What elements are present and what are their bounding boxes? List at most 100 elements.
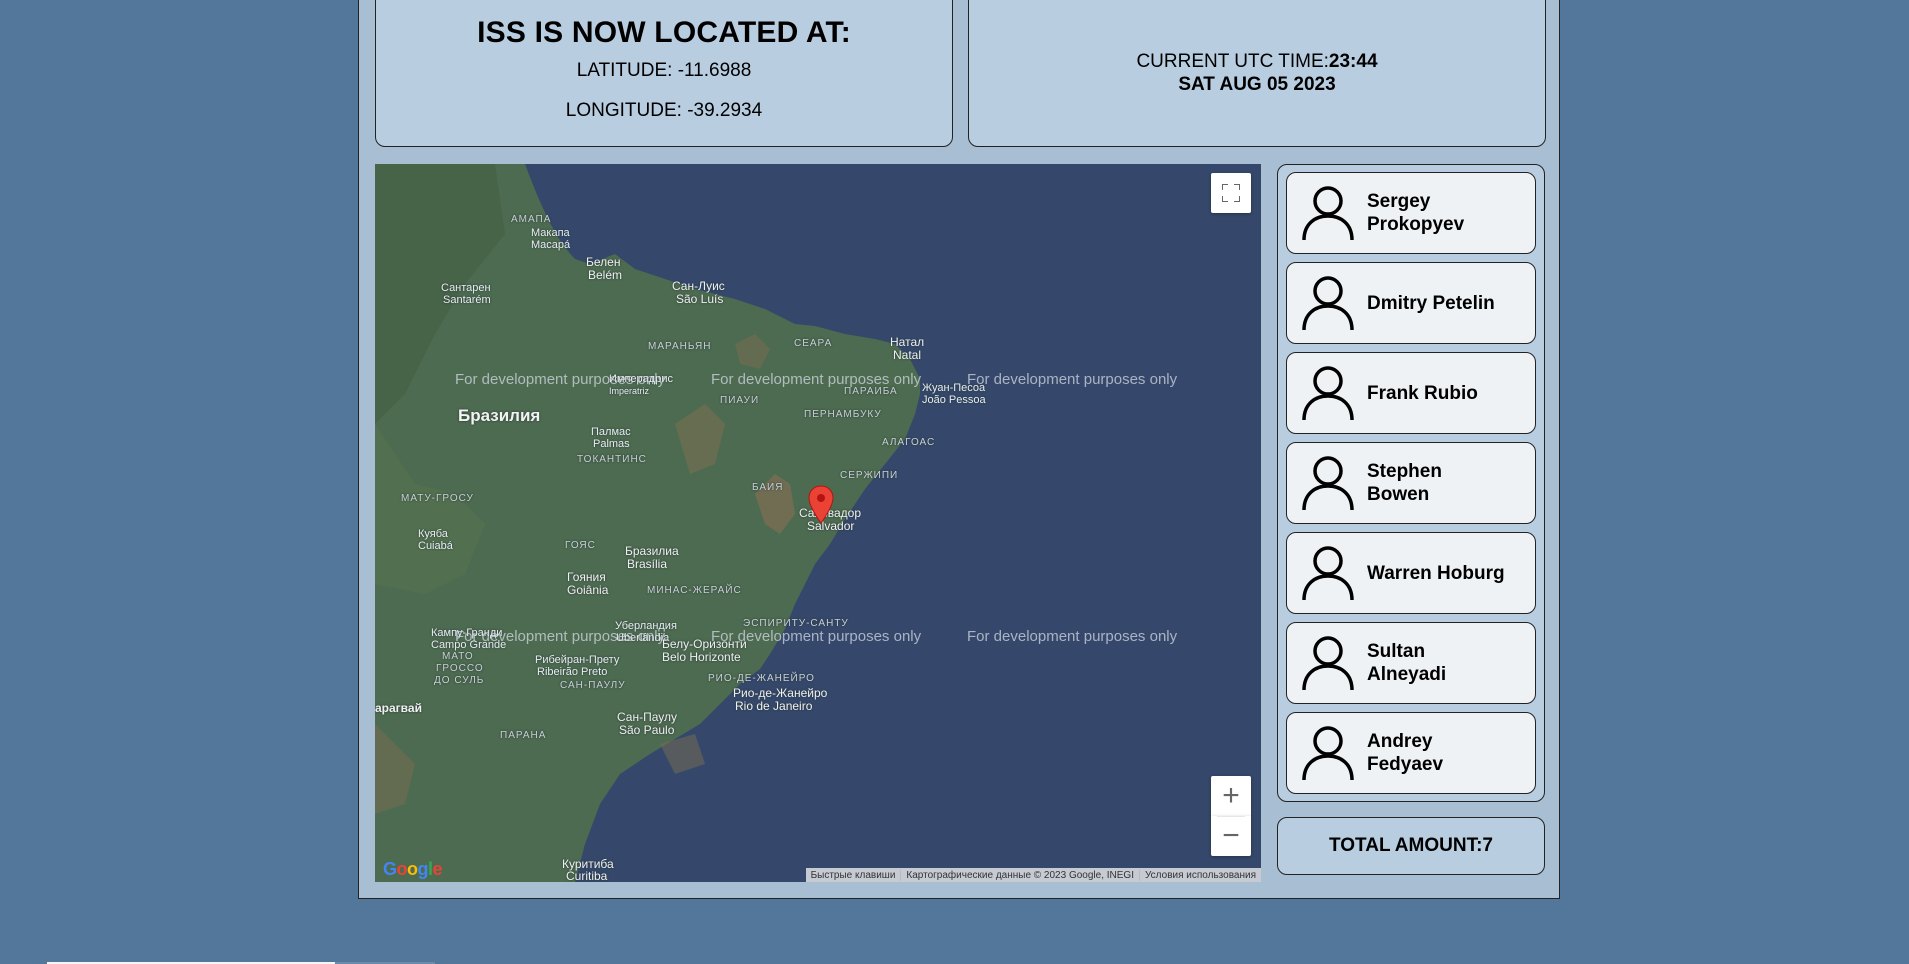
map-label: Belo Horizonte — [662, 650, 741, 664]
longitude-label: LONGITUDE: — [565, 100, 682, 121]
utc-time-label: CURRENT UTC TIME: — [1136, 51, 1329, 72]
map-label: МАТО — [442, 651, 474, 662]
crew-card[interactable]: Dmitry Petelin — [1286, 262, 1536, 344]
user-icon — [1302, 366, 1354, 421]
map-label: São Paulo — [619, 723, 675, 737]
map-label: РИО-ДЕ-ЖАНЕЙРО — [708, 673, 815, 684]
map-label: ГОЯС — [565, 540, 596, 551]
fullscreen-button[interactable] — [1211, 173, 1251, 213]
map-label: Macapá — [531, 239, 571, 251]
map-label: Belém — [588, 268, 623, 282]
map-label: МАТУ-ГРОСУ — [401, 493, 474, 504]
zoom-in-button[interactable]: + — [1211, 776, 1251, 816]
user-icon — [1302, 636, 1354, 691]
map-label: Brasília — [627, 557, 668, 571]
map-label: МАРАНЬЯН — [648, 341, 712, 352]
map-label: ДО СУЛЬ — [434, 675, 485, 686]
map-label: Cuiabá — [418, 540, 453, 552]
iss-marker-icon[interactable] — [808, 485, 834, 525]
time-block: CURRENT UTC TIME:23:44 SAT AUG 05 2023 — [969, 50, 1545, 96]
crew-card[interactable]: Sergey Prokopyev — [1286, 172, 1536, 254]
map-label: Натал — [890, 335, 925, 349]
map-label: Гояния — [567, 570, 606, 584]
map-label: ГРОССО — [436, 663, 484, 674]
map-label: Бразилия — [458, 406, 541, 425]
map-label: БАИЯ — [752, 482, 784, 493]
map-label: САН-ПАУЛУ — [560, 680, 626, 691]
time-panel: CURRENT UTC TIME:23:44 SAT AUG 05 2023 — [968, 0, 1546, 147]
crew-card[interactable]: Stephen Bowen — [1286, 442, 1536, 524]
fullscreen-icon — [1222, 184, 1240, 202]
dev-watermark: For development purposes only — [967, 371, 1178, 388]
user-icon — [1302, 726, 1354, 781]
total-amount: TOTAL AMOUNT:7 — [1278, 835, 1544, 857]
map-label: Goiânia — [567, 583, 609, 597]
crew-name: Sergey Prokopyev — [1367, 191, 1465, 235]
total-panel: TOTAL AMOUNT:7 — [1277, 817, 1545, 875]
map-label: São Luís — [676, 292, 724, 306]
crew-name: Stephen Bowen — [1367, 461, 1442, 505]
map-label: СЕРЖИПИ — [840, 470, 899, 481]
longitude-line: LONGITUDE: -39.2934 — [376, 100, 952, 122]
map-label: Макапа — [531, 227, 570, 239]
crew-card[interactable]: Warren Hoburg — [1286, 532, 1536, 614]
map-label: Curitiba — [566, 869, 608, 882]
crew-name: Frank Rubio — [1367, 382, 1478, 404]
google-logo[interactable]: Google — [383, 859, 443, 880]
crew-list: Sergey Prokopyev Dmitry Petelin Frank Ru… — [1277, 164, 1545, 802]
crew-name: Warren Hoburg — [1367, 562, 1505, 584]
map-label: Рио-де-Жанейро — [733, 686, 828, 700]
map-label: ПИАУИ — [720, 395, 760, 406]
dev-watermark: For development purposes only — [711, 628, 922, 645]
zoom-out-button[interactable]: − — [1211, 816, 1251, 856]
map-label: Рибейран-Прету — [535, 654, 620, 666]
dev-watermark: For development purposes only — [711, 371, 922, 388]
keyboard-shortcuts-link[interactable]: Быстрые клавиши — [806, 870, 901, 881]
map-label: СЕАРА — [794, 338, 833, 349]
zoom-divider — [1217, 816, 1245, 817]
utc-time-value: 23:44 — [1328, 51, 1378, 72]
latitude-label: LATITUDE: — [576, 60, 673, 81]
user-icon — [1302, 186, 1354, 241]
map-label: МИНАС-ЖЕРАЙС — [647, 585, 742, 596]
map-label: ПЕРНАМБУКУ — [804, 409, 882, 420]
map-label: Бразилиа — [625, 544, 679, 558]
iss-map[interactable]: АМАПА Макапа Macapá Белен Belém Сантарен… — [375, 164, 1261, 882]
terms-link[interactable]: Условия использования — [1139, 869, 1261, 881]
map-label: Natal — [893, 348, 922, 362]
map-label: Santarém — [443, 294, 491, 306]
map-label: João Pessoa — [922, 394, 986, 406]
location-panel: ISS IS NOW LOCATED AT: LATITUDE: -11.698… — [375, 0, 953, 147]
location-title: ISS IS NOW LOCATED AT: — [477, 16, 851, 49]
app-container: ISS IS NOW LOCATED AT: LATITUDE: -11.698… — [358, 0, 1560, 899]
map-label: Сантарен — [441, 282, 491, 294]
user-icon — [1302, 546, 1354, 601]
dev-watermark: For development purposes only — [455, 371, 666, 388]
latitude-line: LATITUDE: -11.6988 — [376, 60, 952, 82]
map-attribution: Быстрые клавиши Картографические данные … — [805, 868, 1261, 882]
crew-name: Sultan Alneyadi — [1367, 641, 1447, 685]
crew-name: Andrey Fedyaev — [1367, 731, 1444, 775]
map-label: Сан-Паулу — [617, 710, 677, 724]
map-label: Palmas — [593, 438, 630, 450]
crew-card[interactable]: Frank Rubio — [1286, 352, 1536, 434]
total-value: 7 — [1482, 835, 1493, 856]
map-label: арагвай — [375, 701, 422, 715]
crew-name: Dmitry Petelin — [1367, 292, 1495, 314]
crew-card[interactable]: Sultan Alneyadi — [1286, 622, 1536, 704]
map-label: АМАПА — [511, 214, 552, 225]
map-data-credit: Картографические данные © 2023 Google, I… — [900, 869, 1139, 881]
map-label: Куяба — [418, 528, 448, 540]
total-label: TOTAL AMOUNT: — [1329, 835, 1483, 856]
dev-watermark: For development purposes only — [967, 628, 1178, 645]
map-label: ПАРАНА — [500, 730, 547, 741]
crew-card[interactable]: Andrey Fedyaev — [1286, 712, 1536, 794]
dev-watermark: For development purposes only — [455, 628, 666, 645]
user-icon — [1302, 456, 1354, 511]
longitude-value: -39.2934 — [687, 100, 763, 121]
map-label: Белен — [586, 255, 621, 269]
map-label: Сан-Луис — [672, 279, 725, 293]
map-label: АЛАГОАС — [882, 437, 936, 448]
map-label: Ribeirão Preto — [537, 666, 608, 678]
user-icon — [1302, 276, 1354, 331]
